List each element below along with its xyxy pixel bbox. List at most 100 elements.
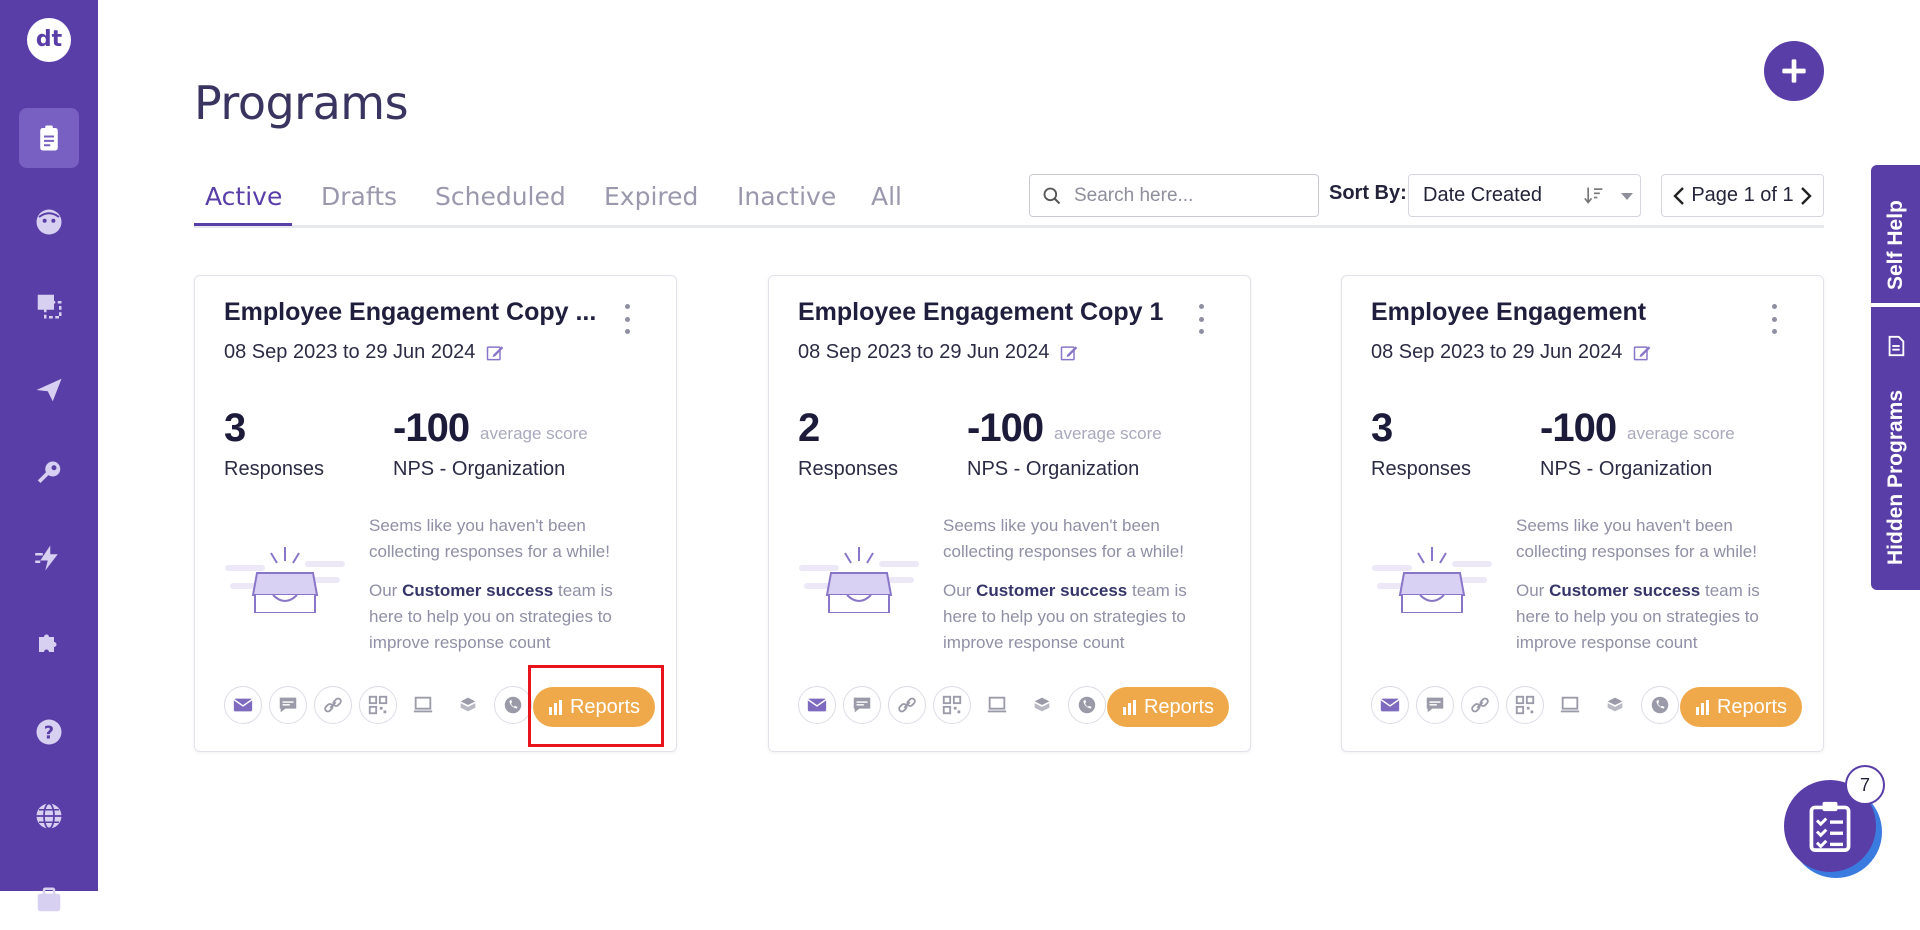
sort-order-icon[interactable]: [1584, 185, 1604, 205]
edit-icon[interactable]: [1632, 343, 1652, 363]
date-range: 08 Sep 2023 to 29 Jun 2024: [798, 341, 1050, 363]
tab-expired[interactable]: Expired: [604, 182, 698, 211]
inactivity-message: Seems like you haven't been collecting r…: [369, 516, 610, 561]
sidebar-item-automation[interactable]: [19, 528, 79, 588]
score-caption: average score: [1627, 424, 1735, 443]
screens-icon: [37, 294, 62, 319]
reports-label: Reports: [1143, 695, 1215, 718]
puzzle-icon: [39, 634, 57, 652]
sidebar-item-integrations[interactable]: [19, 612, 79, 672]
customer-success-link[interactable]: Customer success: [402, 581, 553, 600]
sidebar-item-face[interactable]: [19, 192, 79, 252]
document-icon: [1888, 335, 1905, 357]
date-range: 08 Sep 2023 to 29 Jun 2024: [224, 341, 476, 363]
briefcase-icon: [37, 887, 61, 912]
sms-icon[interactable]: [1416, 686, 1454, 724]
embed-icon[interactable]: [1023, 686, 1061, 724]
responses-count: 3: [224, 406, 246, 450]
active-tab-indicator: [194, 223, 292, 226]
program-title[interactable]: Employee Engagement Copy ...: [224, 298, 596, 327]
kiosk-icon[interactable]: [1551, 686, 1589, 724]
self-help-tab[interactable]: Self Help: [1884, 200, 1908, 290]
reports-button[interactable]: Reports: [1107, 687, 1229, 727]
inactivity-message: Seems like you haven't been collecting r…: [1516, 516, 1757, 561]
sidebar-item-more[interactable]: [19, 870, 79, 930]
sms-icon[interactable]: [269, 686, 307, 724]
qr-code-icon[interactable]: [359, 686, 397, 724]
customer-success-link[interactable]: Customer success: [1549, 581, 1700, 600]
chevron-right-icon: [1801, 186, 1812, 205]
kiosk-icon[interactable]: [978, 686, 1016, 724]
email-icon[interactable]: [798, 686, 836, 724]
sidebar-item-key[interactable]: [19, 444, 79, 504]
score-value: -100: [1540, 406, 1617, 450]
program-title[interactable]: Employee Engagement Copy 1: [798, 298, 1163, 327]
chevron-left-icon: [1673, 186, 1684, 205]
tab-drafts[interactable]: Drafts: [321, 182, 397, 211]
channel-icons: [1371, 686, 1686, 724]
link-icon[interactable]: [888, 686, 926, 724]
responses-label: Responses: [1371, 458, 1472, 480]
svg-text:?: ?: [44, 723, 54, 743]
empty-inbox-illustration: [799, 547, 919, 613]
responses-label: Responses: [224, 458, 325, 480]
score-label: NPS - Organization: [967, 458, 1140, 480]
whatsapp-icon[interactable]: [1068, 686, 1106, 724]
more-options-button[interactable]: [619, 304, 635, 334]
channel-icons: [224, 686, 539, 724]
responses-label: Responses: [798, 458, 899, 480]
date-range: 08 Sep 2023 to 29 Jun 2024: [1371, 341, 1623, 363]
sidebar: dt ?: [0, 0, 98, 912]
sms-icon[interactable]: [843, 686, 881, 724]
embed-icon[interactable]: [449, 686, 487, 724]
program-card[interactable]: Employee Engagement Copy 1 08 Sep 2023 t…: [768, 275, 1251, 752]
whatsapp-icon[interactable]: [494, 686, 532, 724]
more-options-button[interactable]: [1766, 304, 1782, 334]
inactivity-message: Seems like you haven't been collecting r…: [943, 516, 1184, 561]
qr-code-icon[interactable]: [933, 686, 971, 724]
side-panel-divider: [1871, 303, 1920, 307]
add-program-button[interactable]: [1764, 41, 1824, 101]
tab-active[interactable]: Active: [205, 182, 282, 211]
score-value: -100: [967, 406, 1044, 450]
sidebar-item-programs[interactable]: [19, 108, 79, 168]
plus-icon: [1782, 59, 1806, 83]
kiosk-icon[interactable]: [404, 686, 442, 724]
next-page-button[interactable]: [1799, 186, 1813, 206]
link-icon[interactable]: [1461, 686, 1499, 724]
edit-icon[interactable]: [1059, 343, 1079, 363]
sidebar-item-help[interactable]: ?: [19, 702, 79, 762]
tab-all[interactable]: All: [871, 182, 902, 211]
page-indicator: Page 1 of 1: [1691, 184, 1794, 206]
search-input[interactable]: [1074, 184, 1304, 207]
bar-chart-icon: [1695, 700, 1709, 715]
sidebar-item-send[interactable]: [19, 360, 79, 420]
email-icon[interactable]: [224, 686, 262, 724]
embed-icon[interactable]: [1596, 686, 1634, 724]
sidebar-item-screens[interactable]: [19, 276, 79, 336]
score-label: NPS - Organization: [1540, 458, 1713, 480]
reports-button[interactable]: Reports: [1680, 687, 1802, 727]
checklist-icon: [1809, 801, 1851, 852]
program-card[interactable]: Employee Engagement 08 Sep 2023 to 29 Ju…: [1341, 275, 1824, 752]
edit-icon[interactable]: [485, 343, 505, 363]
customer-success-link[interactable]: Customer success: [976, 581, 1127, 600]
help-icon: ?: [36, 719, 62, 745]
sidebar-item-globe[interactable]: [19, 786, 79, 846]
more-options-button[interactable]: [1193, 304, 1209, 334]
lightning-icon: [35, 545, 58, 571]
link-icon[interactable]: [314, 686, 352, 724]
responses-count: 3: [1371, 406, 1393, 450]
app-logo[interactable]: dt: [27, 18, 71, 62]
sort-select[interactable]: Date Created: [1408, 174, 1641, 217]
email-icon[interactable]: [1371, 686, 1409, 724]
whatsapp-icon[interactable]: [1641, 686, 1679, 724]
hidden-programs-tab[interactable]: Hidden Programs: [1884, 390, 1908, 565]
prev-page-button[interactable]: [1672, 186, 1686, 206]
tab-scheduled[interactable]: Scheduled: [435, 182, 566, 211]
qr-code-icon[interactable]: [1506, 686, 1544, 724]
tab-inactive[interactable]: Inactive: [737, 182, 836, 211]
program-title[interactable]: Employee Engagement: [1371, 298, 1646, 327]
page-title: Programs: [194, 76, 409, 130]
sort-by-label: Sort By:: [1329, 182, 1407, 204]
